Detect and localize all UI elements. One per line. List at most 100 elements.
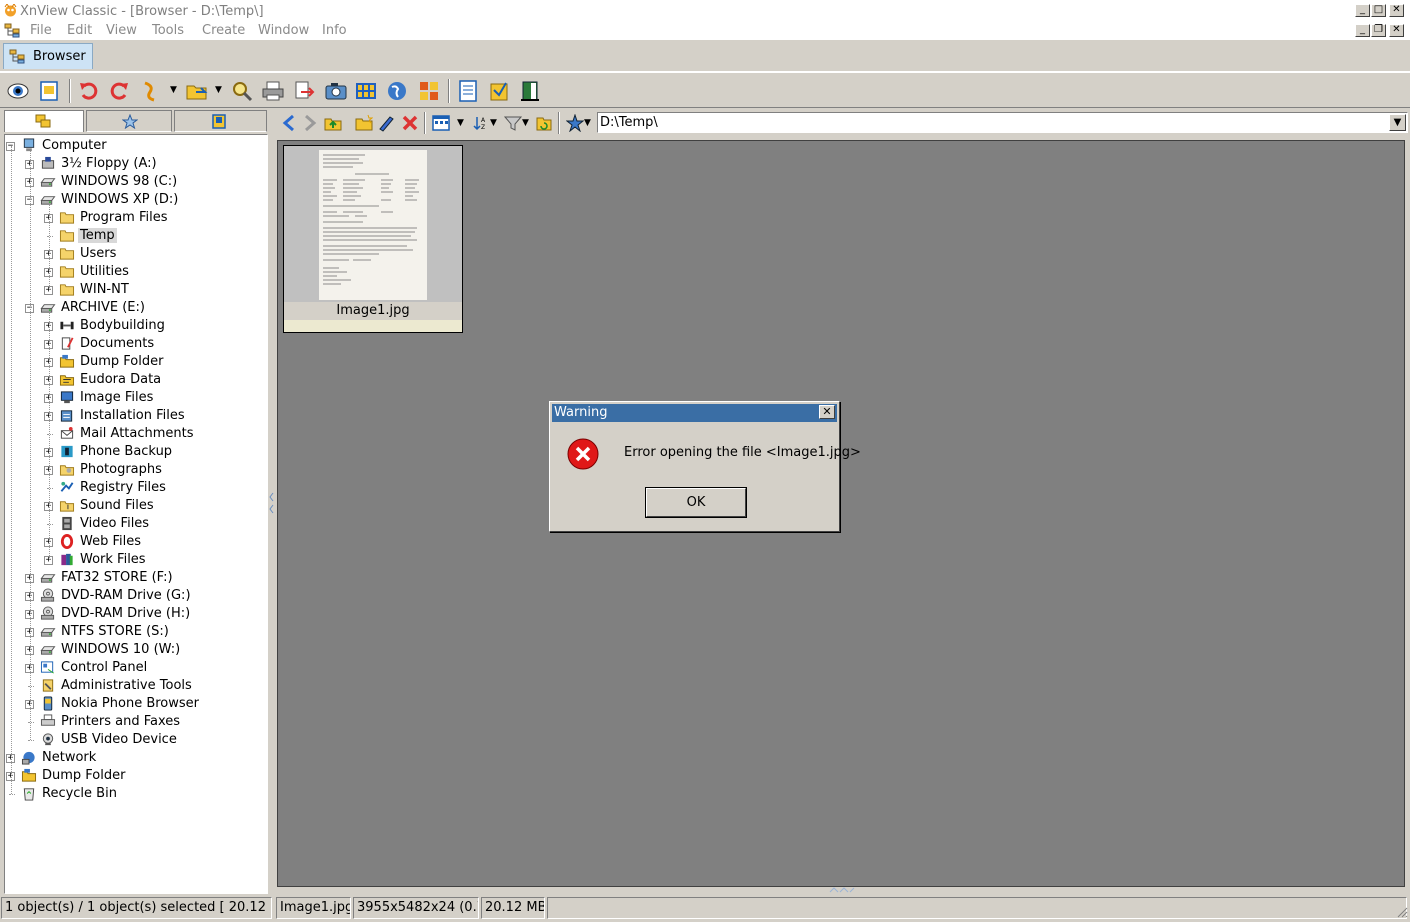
left-panel-tabs [4,110,267,132]
print-icon[interactable] [262,80,284,102]
sort-dropdown-icon[interactable]: ▼ [490,118,497,128]
tree-item-icon [38,191,58,209]
filter-icon[interactable] [504,115,522,131]
open-folder-icon[interactable] [186,80,208,102]
hard-drive-icon [40,196,56,205]
dialog-title-bar: Warning ✕ [552,404,837,422]
refresh-icon[interactable] [535,114,553,132]
delete-icon[interactable] [401,114,419,132]
tree-item-icon [57,353,77,371]
tab-categories[interactable] [174,110,267,132]
tree-item-icon [38,605,58,623]
slideshow-icon[interactable] [231,80,253,102]
tree-item-icon [19,767,39,785]
rotate-left-icon[interactable] [78,80,100,102]
computer-icon [23,138,35,152]
convert-icon[interactable] [293,80,315,102]
mdi-minimize-button[interactable]: _ [1355,24,1370,37]
minimize-button[interactable]: _ [1355,4,1370,17]
mdi-restore-button[interactable]: ❐ [1371,24,1386,37]
open-file-icon[interactable] [38,80,60,102]
eudora-icon [59,375,75,386]
filter-dropdown-icon[interactable]: ▼ [522,118,529,128]
menu-info[interactable]: Info [322,23,347,38]
hard-drive-icon [40,304,56,313]
view-mode-icon[interactable] [432,115,450,131]
tree-item-label: Installation Files [80,408,185,423]
new-folder-icon[interactable] [355,114,373,132]
rename-icon[interactable] [377,114,395,132]
tree-item-icon [57,533,77,551]
properties-icon[interactable] [457,80,479,102]
documents-icon [61,337,74,350]
close-button[interactable]: ✕ [1389,4,1404,17]
menu-create[interactable]: Create [202,23,245,38]
resize-grip-icon[interactable] [1396,906,1408,918]
tree-item-icon [38,299,58,317]
hard-drive-icon [40,628,56,637]
menu-window[interactable]: Window [258,23,309,38]
dialog-close-button[interactable]: ✕ [819,405,835,419]
warning-dialog: Warning ✕ Error opening the file <Image1… [549,401,861,532]
settings-icon[interactable] [488,80,510,102]
ok-button[interactable]: OK [645,487,747,518]
tree-item-label: Temp [78,228,117,243]
path-dropdown-button[interactable]: ▼ [1389,114,1406,131]
tab-favorites[interactable] [86,110,172,132]
tree-guide-line [30,151,31,740]
thumbnail-item[interactable]: Image1.jpg [283,145,463,333]
tree-item-icon [57,281,77,299]
strip-icon[interactable] [418,80,440,102]
tree-item-icon [19,749,39,767]
favorites-star-icon [122,114,138,129]
exit-icon[interactable] [519,80,541,102]
tree-item-icon [57,335,77,353]
menu-view[interactable]: View [106,23,137,38]
tree-item-icon [57,245,77,263]
rotate-right-icon[interactable] [108,80,130,102]
tree-item-icon [57,479,77,497]
view-mode-dropdown-icon[interactable]: ▼ [457,118,464,128]
file-browser-pane[interactable]: Image1.jpg [277,140,1405,893]
view-icon[interactable] [7,80,29,102]
tree-item-icon [57,425,77,443]
tree-item-icon [57,497,77,515]
panel-splitter[interactable] [268,488,275,518]
acquire-dropdown-icon[interactable]: ▼ [170,85,177,95]
tab-folders[interactable] [4,110,84,132]
menu-tools[interactable]: Tools [152,23,184,38]
menu-edit[interactable]: Edit [67,23,92,38]
main-toolbar: ▼ ▼ [0,72,1410,108]
forward-arrow-icon[interactable] [302,114,318,132]
tree-item-label: DVD-RAM Drive (H:) [61,606,191,621]
thumbnail-info-bar [284,320,462,332]
capture-icon[interactable] [325,80,347,102]
folder-icon [59,266,75,278]
dvd-drive-icon [40,588,55,602]
tree-item-label: WIN-NT [80,282,129,297]
tree-item-label: Users [80,246,117,261]
web-icon[interactable] [386,80,408,102]
maximize-button[interactable]: □ [1371,4,1386,17]
xnview-logo-icon [4,4,17,17]
path-input[interactable]: D:\Temp\ ▼ [597,112,1408,133]
menu-file[interactable]: File [30,23,52,38]
open-folder-dropdown-icon[interactable]: ▼ [215,85,222,95]
toolbar-separator [448,79,450,103]
tree-item-label: Program Files [80,210,168,225]
tree-connector [9,794,15,795]
browser-tree-icon [9,49,25,64]
parent-folder-icon[interactable] [324,114,342,132]
folder-tree[interactable]: − Computer +3½ Floppy (A:) + WINDOWS 98 (C:)… [4,134,268,894]
tree-item-label: FAT32 STORE (F:) [61,570,173,585]
add-favorite-star-icon[interactable] [566,114,584,132]
preview-splitter-grip-icon[interactable] [828,887,858,893]
acquire-icon[interactable] [140,80,162,102]
mdi-close-button[interactable]: ✕ [1389,24,1404,37]
tab-browser[interactable]: Browser [3,43,93,69]
sort-icon[interactable]: AZ [473,115,487,131]
tab-browser-label: Browser [33,49,86,64]
favorite-dropdown-icon[interactable]: ▼ [584,118,591,128]
contact-sheet-icon[interactable] [355,80,377,102]
back-arrow-icon[interactable] [281,114,297,132]
